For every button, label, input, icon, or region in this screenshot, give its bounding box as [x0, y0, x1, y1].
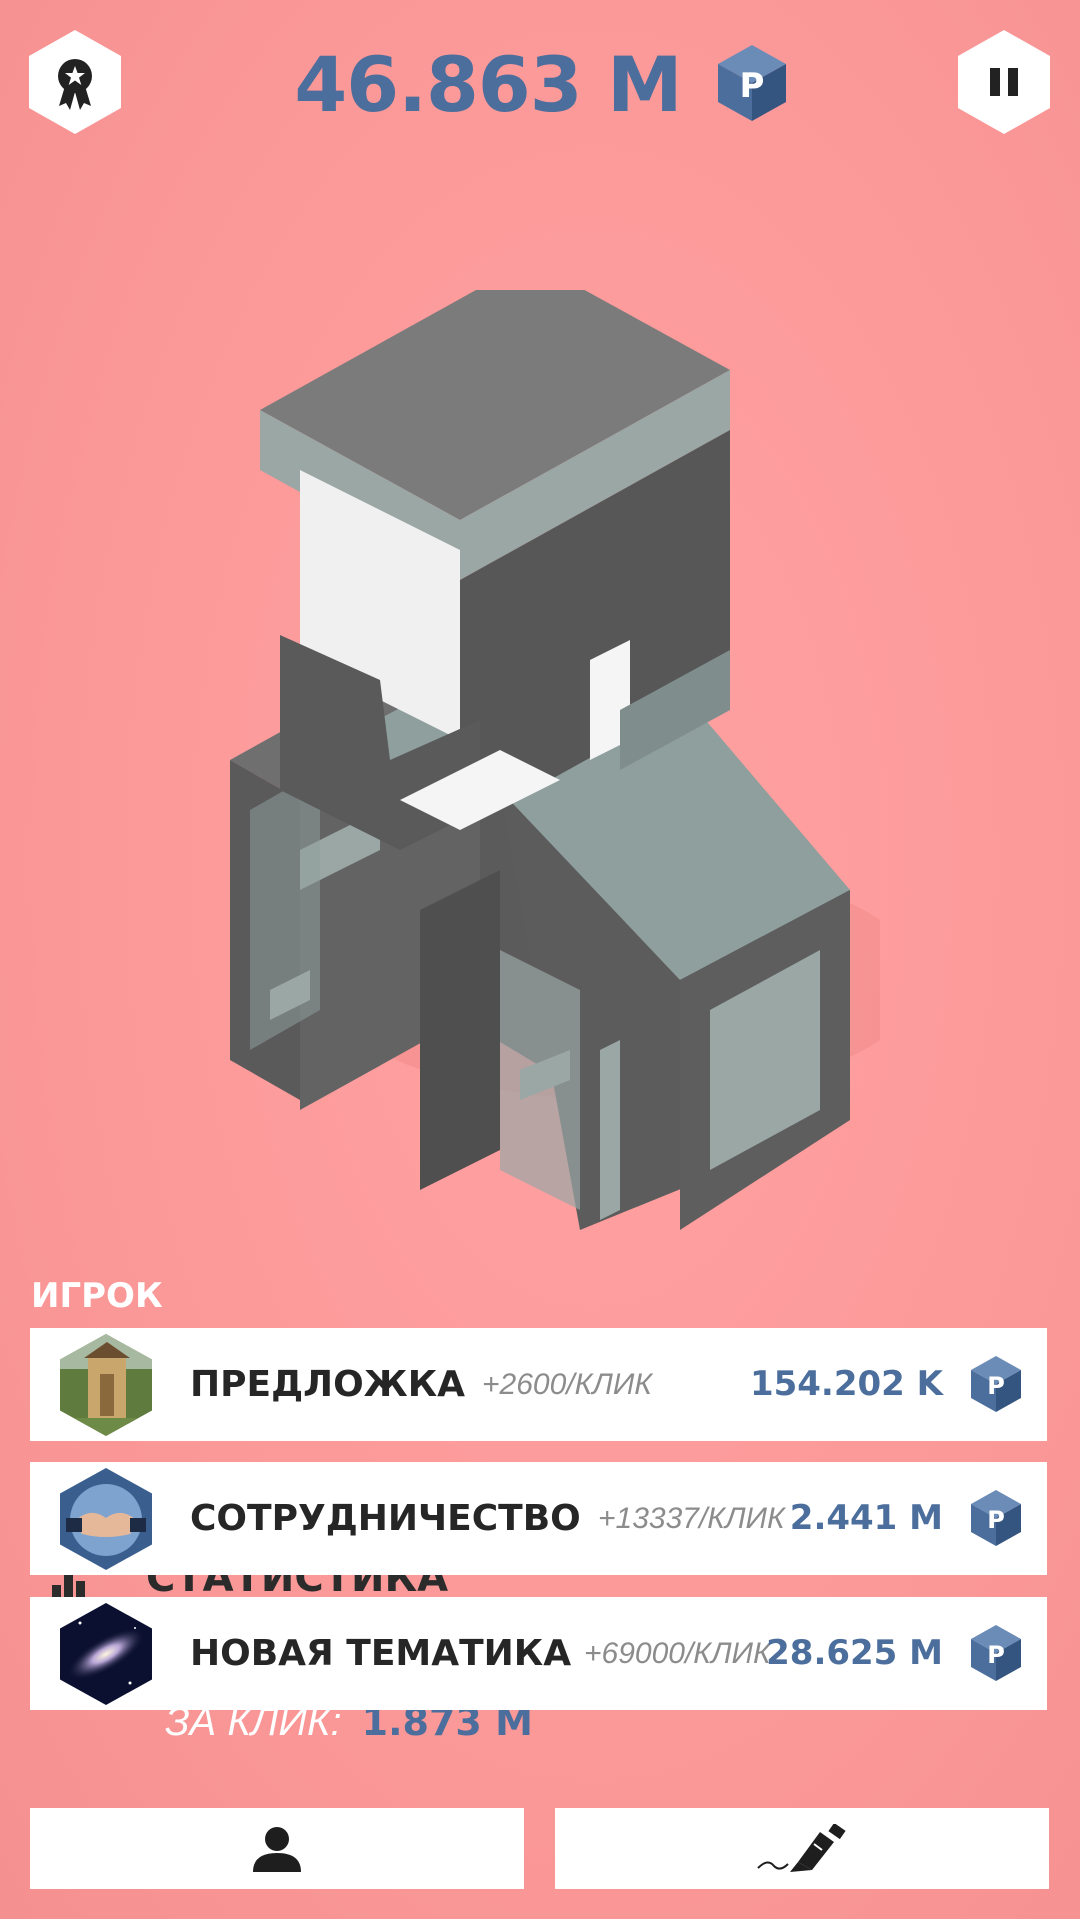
svg-text:P: P — [987, 1372, 1005, 1400]
svg-text:P: P — [987, 1641, 1005, 1669]
user-icon — [253, 1826, 301, 1872]
upgrade-card-sotrudnichestvo[interactable]: СОТРУДНИЧЕСТВО +13337/КЛИК 2.441 M P — [30, 1462, 1047, 1575]
upgrade-rate: +69000/КЛИК — [584, 1637, 771, 1670]
bar-chart-icon — [52, 1573, 85, 1597]
upgrade-name: ПРЕДЛОЖКА — [190, 1364, 466, 1405]
upgrade-name: СОТРУДНИЧЕСТВО — [190, 1498, 581, 1539]
outhouse-thumbnail — [60, 1334, 152, 1436]
upgrade-price: 2.441 M — [789, 1498, 943, 1538]
balance-value: 46.863 M — [294, 40, 682, 129]
upgrade-price: 28.625 M — [766, 1633, 943, 1673]
fountain-pen-icon — [757, 1823, 846, 1872]
currency-coin-icon: P — [717, 44, 786, 126]
voxel-character-tap-target[interactable] — [200, 260, 920, 1275]
upgrade-card-predlozhka[interactable]: ПРЕДЛОЖКА +2600/КЛИК 154.202 K P — [30, 1328, 1047, 1441]
balance-display: 46.863 M P — [0, 30, 1080, 140]
upgrade-name: НОВАЯ ТЕМАТИКА — [190, 1633, 572, 1674]
upgrade-card-novaya-tematika[interactable]: НОВАЯ ТЕМАТИКА +69000/КЛИК 28.625 M P — [30, 1597, 1047, 1710]
pause-button[interactable] — [958, 30, 1050, 134]
profile-button[interactable] — [30, 1808, 524, 1889]
currency-coin-icon: P — [971, 1356, 1021, 1412]
handshake-thumbnail — [60, 1468, 152, 1570]
galaxy-thumbnail — [60, 1603, 152, 1705]
upgrade-rate: +13337/КЛИК — [598, 1502, 785, 1535]
currency-coin-icon: P — [971, 1490, 1021, 1546]
suggest-post-button[interactable] — [555, 1808, 1049, 1889]
upgrade-rate: +2600/КЛИК — [482, 1368, 652, 1401]
section-title-player: ИГРОК — [31, 1276, 163, 1316]
svg-text:P: P — [987, 1506, 1005, 1534]
currency-symbol: P — [739, 66, 764, 106]
upgrade-price: 154.202 K — [749, 1364, 943, 1404]
currency-coin-icon: P — [971, 1625, 1021, 1681]
